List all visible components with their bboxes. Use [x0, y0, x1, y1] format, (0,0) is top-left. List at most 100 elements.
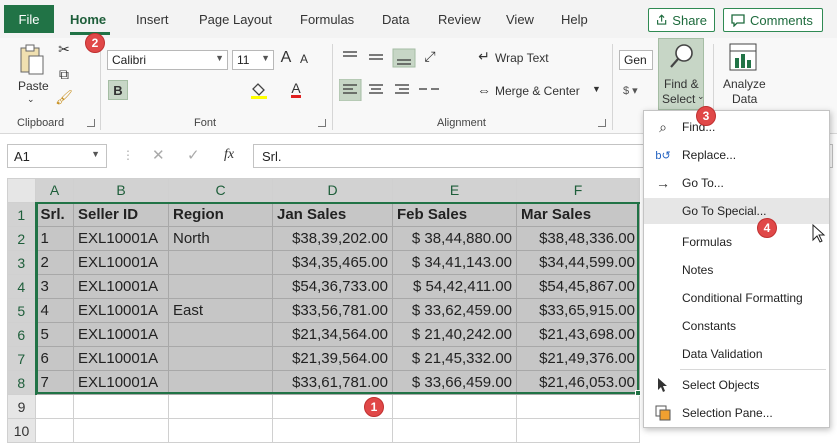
chevron-down-icon[interactable]: ▼	[592, 84, 601, 94]
tab-review[interactable]: Review	[438, 12, 481, 27]
row-header[interactable]: 4	[7, 274, 37, 299]
cell[interactable]: 5	[35, 322, 74, 347]
paste-dropdown-icon[interactable]: ⌄	[27, 94, 35, 105]
orientation-icon[interactable]: ⤢	[420, 46, 440, 66]
cell[interactable]: Jan Sales	[272, 202, 393, 227]
cell[interactable]: $21,39,564.00	[272, 346, 393, 371]
menu-item-conditional-formatting[interactable]: Conditional Formatting	[644, 285, 829, 311]
cell[interactable]: EXL10001A	[73, 370, 169, 395]
cell[interactable]: Srl.	[35, 202, 74, 227]
column-header[interactable]: D	[272, 178, 393, 204]
cell[interactable]	[73, 394, 169, 419]
font-name-select[interactable]: Calibri ▼	[107, 50, 228, 70]
cell[interactable]: Seller ID	[73, 202, 169, 227]
cell[interactable]	[516, 394, 640, 419]
menu-item-notes[interactable]: Notes	[644, 257, 829, 283]
row-header[interactable]: 9	[7, 394, 36, 419]
name-box[interactable]: A1 ▼	[7, 144, 107, 168]
cell[interactable]: Region	[168, 202, 273, 227]
bold-button[interactable]: B	[108, 80, 128, 100]
cell[interactable]: $21,43,698.00	[516, 322, 640, 347]
cell[interactable]: EXL10001A	[73, 298, 169, 323]
cell[interactable]	[168, 394, 273, 419]
tab-file[interactable]: File	[4, 5, 54, 33]
clipboard-launcher-icon[interactable]	[87, 119, 95, 127]
cell[interactable]: $ 38,44,880.00	[392, 226, 517, 251]
font-color-icon[interactable]: A	[286, 78, 306, 100]
menu-item-formulas[interactable]: Formulas	[644, 229, 829, 255]
menu-item-select-objects[interactable]: Select Objects	[644, 372, 829, 398]
alignment-launcher-icon[interactable]	[598, 119, 606, 127]
cell[interactable]	[168, 370, 273, 395]
cell[interactable]: Mar Sales	[516, 202, 640, 227]
cell[interactable]: 1	[35, 226, 74, 251]
copy-icon[interactable]: ⧉	[55, 65, 73, 83]
cell[interactable]: $21,34,564.00	[272, 322, 393, 347]
cell[interactable]: North	[168, 226, 273, 251]
font-size-select[interactable]: 11 ▼	[232, 50, 274, 70]
currency-icon[interactable]: $ ▾	[623, 84, 638, 97]
cell[interactable]	[35, 394, 74, 419]
cell[interactable]: 2	[35, 250, 74, 275]
cell[interactable]: $38,39,202.00	[272, 226, 393, 251]
menu-item-replace[interactable]: b↺ Replace...	[644, 142, 829, 168]
cell[interactable]	[168, 250, 273, 275]
column-header[interactable]: C	[168, 178, 273, 204]
cell[interactable]	[392, 418, 517, 443]
row-header[interactable]: 7	[7, 346, 37, 371]
row-header[interactable]: 6	[7, 322, 37, 347]
wrap-text-label[interactable]: Wrap Text	[495, 51, 549, 65]
comments-button[interactable]: Comments	[723, 8, 823, 32]
cell[interactable]: $ 33,62,459.00	[392, 298, 517, 323]
grow-font-icon[interactable]: A	[278, 48, 294, 68]
analyze-label-line1[interactable]: Analyze	[723, 77, 766, 91]
wrap-text-icon[interactable]: ↵	[476, 48, 492, 64]
tab-formulas[interactable]: Formulas	[300, 12, 354, 27]
column-header[interactable]: E	[392, 178, 517, 204]
menu-item-go-to-special[interactable]: Go To Special...	[644, 198, 829, 224]
cell[interactable]	[168, 418, 273, 443]
cell[interactable]	[168, 274, 273, 299]
font-launcher-icon[interactable]	[318, 119, 326, 127]
share-button[interactable]: Share	[648, 8, 715, 32]
cell[interactable]: $ 33,66,459.00	[392, 370, 517, 395]
cell[interactable]: $21,49,376.00	[516, 346, 640, 371]
tab-page-layout[interactable]: Page Layout	[199, 12, 272, 27]
cell[interactable]: EXL10001A	[73, 322, 169, 347]
cell[interactable]: $ 34,41,143.00	[392, 250, 517, 275]
merge-center-label[interactable]: Merge & Center	[495, 84, 580, 98]
tab-home[interactable]: Home	[70, 12, 106, 27]
cell[interactable]: $34,44,599.00	[516, 250, 640, 275]
cell[interactable]: EXL10001A	[73, 346, 169, 371]
cell[interactable]: 3	[35, 274, 74, 299]
find-select-button[interactable]: Find & Select ⌄	[658, 38, 705, 110]
cell[interactable]	[35, 418, 74, 443]
cell[interactable]: $54,36,733.00	[272, 274, 393, 299]
menu-item-find[interactable]: ⌕ Find...	[644, 114, 829, 140]
row-header[interactable]: 5	[7, 298, 37, 323]
menu-item-constants[interactable]: Constants	[644, 313, 829, 339]
formula-bar-handle-icon[interactable]: ⋮	[122, 148, 134, 162]
cell[interactable]	[73, 418, 169, 443]
vertical-align-icons[interactable]	[341, 48, 417, 68]
fill-color-icon[interactable]	[248, 80, 270, 100]
tab-help[interactable]: Help	[561, 12, 588, 27]
cell[interactable]: $33,56,781.00	[272, 298, 393, 323]
tab-view[interactable]: View	[506, 12, 534, 27]
enter-icon[interactable]: ✓	[187, 146, 200, 164]
cancel-icon[interactable]: ✕	[152, 146, 165, 164]
shrink-font-icon[interactable]: A	[297, 50, 311, 68]
cell[interactable]: $ 21,45,332.00	[392, 346, 517, 371]
cell[interactable]: 6	[35, 346, 74, 371]
column-header[interactable]: F	[516, 178, 640, 204]
format-painter-icon[interactable]: 🖌	[55, 88, 73, 106]
row-header[interactable]: 2	[7, 226, 37, 251]
cell[interactable]: 4	[35, 298, 74, 323]
tab-data[interactable]: Data	[382, 12, 409, 27]
cell[interactable]	[516, 418, 640, 443]
cell[interactable]: $ 21,40,242.00	[392, 322, 517, 347]
analyze-label-line2[interactable]: Data	[732, 92, 757, 106]
cell[interactable]: Feb Sales	[392, 202, 517, 227]
horizontal-align-icons[interactable]	[339, 79, 443, 101]
cell[interactable]: $33,61,781.00	[272, 370, 393, 395]
